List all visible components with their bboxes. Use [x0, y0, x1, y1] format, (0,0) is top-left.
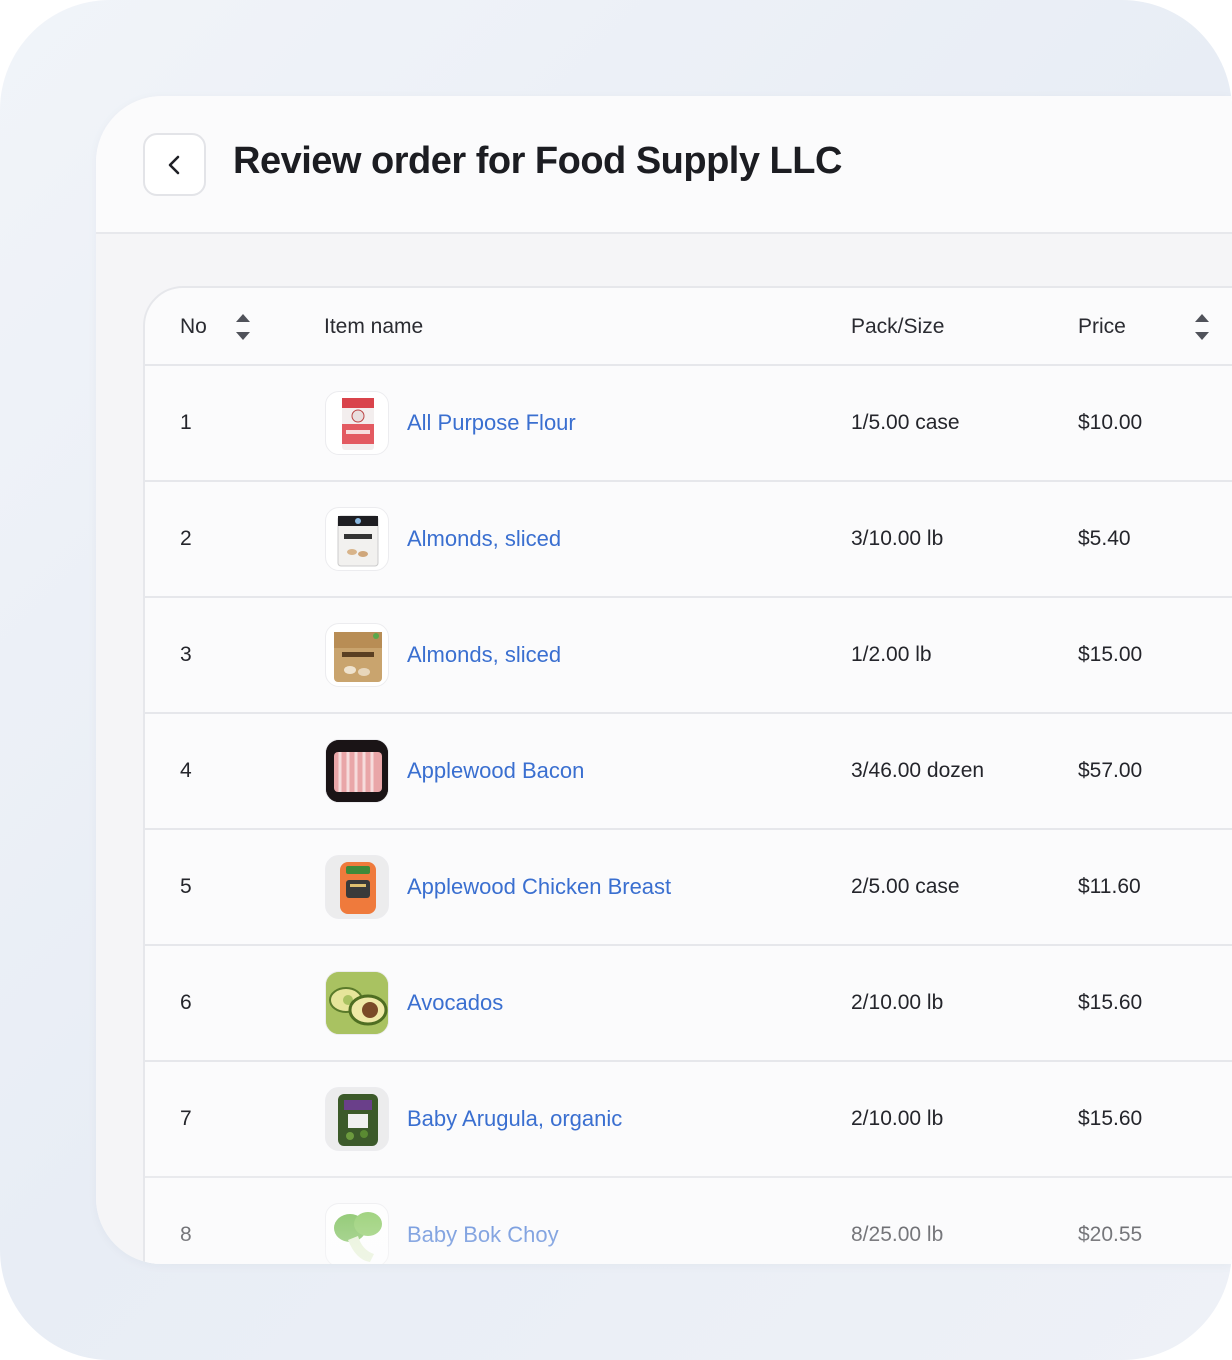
pack-size-value: 1/5.00 case	[851, 411, 960, 434]
pack-size-value: 2/5.00 case	[851, 875, 960, 898]
price-value: $15.00	[1078, 643, 1143, 666]
table-row[interactable]: 6 Avocados 2/10.00 lb $15.60	[145, 946, 1232, 1062]
product-thumbnail	[325, 855, 389, 919]
price-value: $20.55	[1078, 1223, 1143, 1246]
price-value: $11.60	[1078, 875, 1141, 898]
item-name-link[interactable]: Almonds, sliced	[407, 598, 561, 712]
page-header: Review order for Food Supply LLC	[96, 96, 1232, 234]
column-header-pack-size: Pack/Size	[851, 315, 945, 338]
row-number: 8	[180, 1223, 192, 1246]
pack-size-value: 1/2.00 lb	[851, 643, 932, 666]
row-number: 1	[180, 411, 192, 434]
product-thumbnail	[325, 507, 389, 571]
column-header-no-label: No	[180, 315, 207, 338]
item-name-label: All Purpose Flour	[407, 410, 576, 435]
pack-size-value: 3/10.00 lb	[851, 527, 944, 550]
bacon-icon	[326, 740, 388, 802]
item-name-label: Almonds, sliced	[407, 526, 562, 551]
pack-size-value: 2/10.00 lb	[851, 991, 944, 1014]
product-thumbnail	[325, 391, 389, 455]
almonds-bag-icon	[334, 632, 382, 682]
item-name-link[interactable]: Almonds, sliced	[407, 482, 561, 596]
almonds-bag-icon	[337, 515, 379, 567]
item-name-link[interactable]: Baby Arugula, organic	[407, 1062, 622, 1176]
column-header-no[interactable]: No	[180, 288, 251, 366]
table-row[interactable]: 4 Applewood Bacon 3/46.00 dozen $57.00	[145, 714, 1232, 830]
price-value: $15.60	[1078, 1107, 1143, 1130]
row-number: 2	[180, 527, 192, 550]
table-row[interactable]: 1 All Purpose Flour 1/5.00 case $10.00	[145, 366, 1232, 482]
sort-icon[interactable]	[235, 312, 251, 342]
page-title: Review order for Food Supply LLC	[233, 140, 842, 182]
price-value: $5.40	[1078, 527, 1131, 550]
background-frame: Review order for Food Supply LLC No Item…	[0, 0, 1232, 1360]
price-value: $15.60	[1078, 991, 1143, 1014]
bok-choy-icon	[334, 1212, 382, 1262]
product-thumbnail	[325, 1087, 389, 1151]
row-number: 4	[180, 759, 192, 782]
row-number: 7	[180, 1107, 192, 1130]
table-header: No Item name Pack/Size Price	[145, 288, 1232, 366]
item-name-label: Avocados	[407, 990, 504, 1015]
item-name-link[interactable]: Applewood Chicken Breast	[407, 830, 671, 944]
arugula-container-icon	[338, 1094, 378, 1146]
flour-bag-icon	[342, 398, 374, 450]
table-row[interactable]: 2 Almonds, sliced 3/10.00 lb $5.40	[145, 482, 1232, 598]
column-header-item-name: Item name	[324, 315, 424, 338]
sort-icon[interactable]	[1194, 312, 1210, 342]
row-number: 6	[180, 991, 192, 1014]
pack-size-value: 2/10.00 lb	[851, 1107, 944, 1130]
table-row[interactable]: 8 Baby Bok Choy 8/25.00 lb $20.55	[145, 1178, 1232, 1264]
item-name-link[interactable]: Applewood Bacon	[407, 714, 584, 828]
chevron-left-icon	[168, 155, 179, 174]
product-thumbnail	[325, 1203, 389, 1264]
item-name-link[interactable]: Avocados	[407, 946, 503, 1060]
row-number: 3	[180, 643, 192, 666]
column-header-price-label: Price	[1078, 315, 1126, 338]
item-name-label: Baby Arugula, organic	[407, 1106, 623, 1131]
avocado-icon	[326, 972, 388, 1034]
table-row[interactable]: 7 Baby Arugula, organic 2/10.00 lb $15.6…	[145, 1062, 1232, 1178]
item-name-link[interactable]: Baby Bok Choy	[407, 1178, 559, 1264]
chicken-breast-pack-icon	[340, 862, 376, 914]
price-value: $57.00	[1078, 759, 1143, 782]
order-review-window: Review order for Food Supply LLC No Item…	[96, 96, 1232, 1264]
item-name-label: Almonds, sliced	[407, 642, 562, 667]
table-row[interactable]: 3 Almonds, sliced 1/2.00 lb $15.00	[145, 598, 1232, 714]
order-items-table: No Item name Pack/Size Price 1 All Purpo…	[143, 286, 1232, 1264]
product-thumbnail	[325, 971, 389, 1035]
price-value: $10.00	[1078, 411, 1143, 434]
pack-size-value: 3/46.00 dozen	[851, 759, 985, 782]
column-header-price[interactable]: Price	[1078, 288, 1210, 366]
item-name-label: Baby Bok Choy	[407, 1222, 559, 1247]
product-thumbnail	[325, 739, 389, 803]
table-row[interactable]: 5 Applewood Chicken Breast 2/5.00 case $…	[145, 830, 1232, 946]
back-button[interactable]	[143, 133, 206, 196]
item-name-label: Applewood Chicken Breast	[407, 874, 672, 899]
content-area: No Item name Pack/Size Price 1 All Purpo…	[96, 234, 1232, 1264]
item-name-label: Applewood Bacon	[407, 758, 585, 783]
product-thumbnail	[325, 623, 389, 687]
row-number: 5	[180, 875, 192, 898]
item-name-link[interactable]: All Purpose Flour	[407, 366, 576, 480]
pack-size-value: 8/25.00 lb	[851, 1223, 944, 1246]
